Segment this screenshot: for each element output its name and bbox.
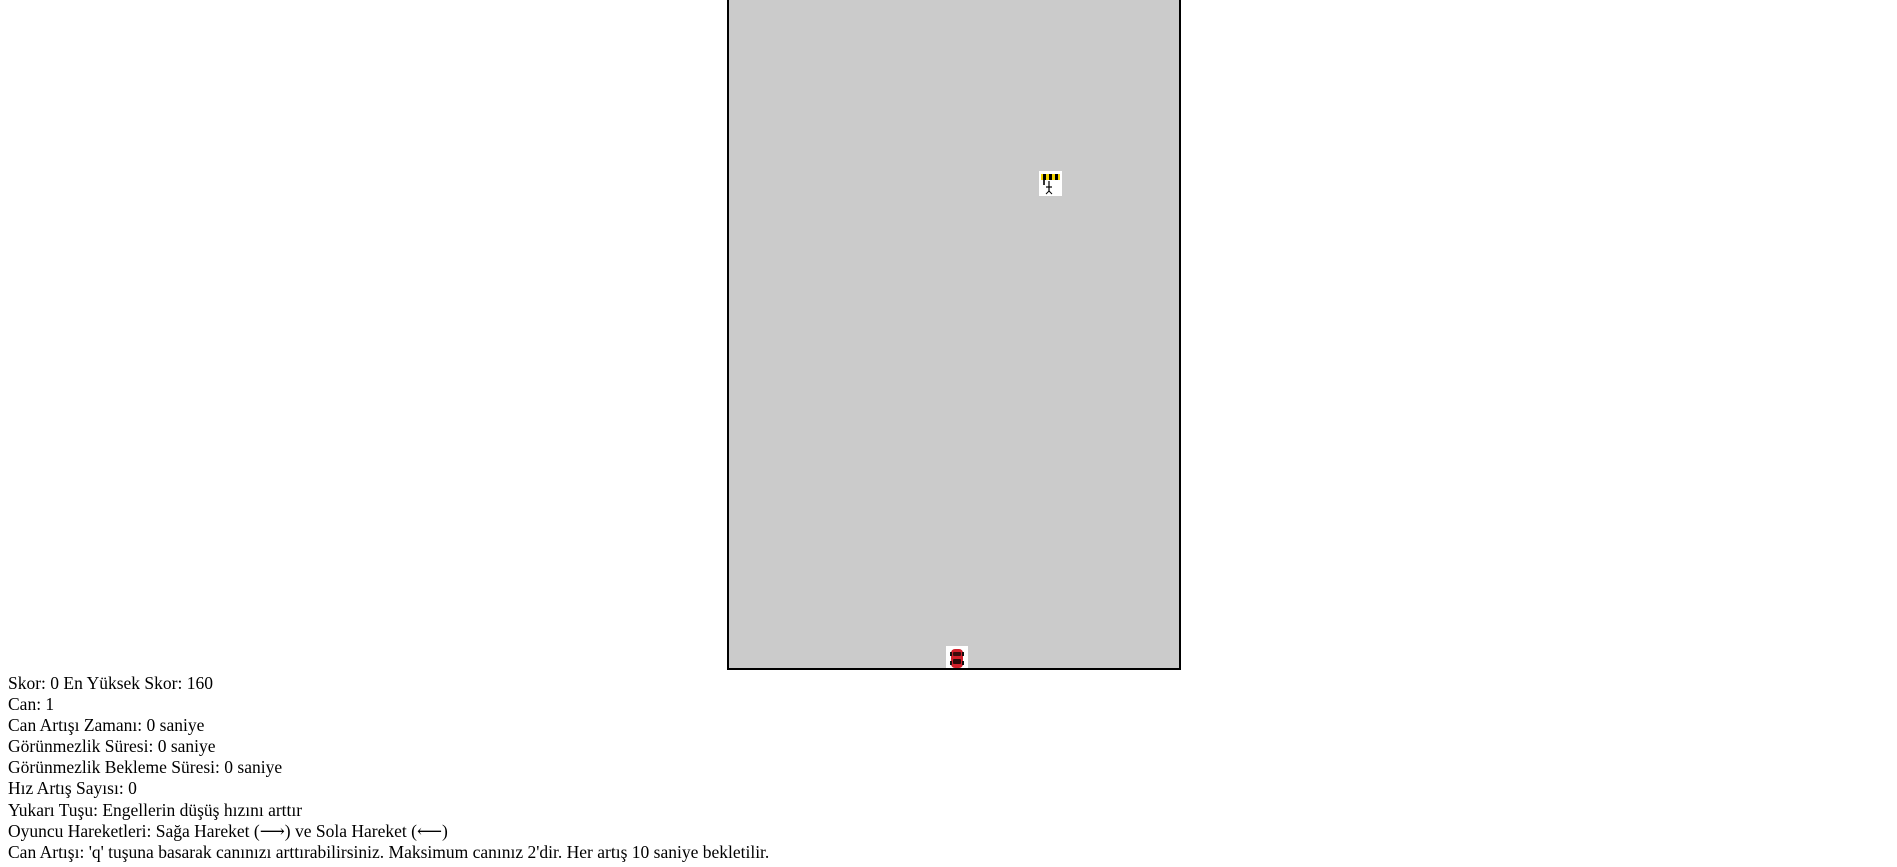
red-car-icon bbox=[946, 646, 968, 668]
score-text: Skor: 0 En Yüksek Skor: 160 bbox=[8, 673, 213, 693]
movement-help-text: Oyuncu Hareketleri: Sağa Hareket (⟶) ve … bbox=[8, 820, 448, 841]
speed-boost-count-text: Hız Artış Sayısı: 0 bbox=[8, 778, 137, 799]
up-key-help-text: Yukarı Tuşu: Engellerin düşüş hızını art… bbox=[8, 799, 303, 820]
invisibility-duration-text: Görünmezlik Süresi: 0 saniye bbox=[8, 736, 216, 757]
life-boost-time-text: Can Artışı Zamanı: 0 saniye bbox=[8, 715, 205, 736]
info-panel: Skor: 0 En Yüksek Skor: 160 Can: 1 Can A… bbox=[8, 673, 769, 863]
road-barrier-icon bbox=[1039, 171, 1062, 196]
life-boost-help-text: Can Artışı: 'q' tuşuna basarak canınızı … bbox=[8, 841, 770, 862]
invisibility-cooldown-text: Görünmezlik Bekleme Süresi: 0 saniye bbox=[8, 757, 283, 778]
lives-text: Can: 1 bbox=[8, 694, 55, 715]
game-board[interactable] bbox=[727, 0, 1181, 670]
